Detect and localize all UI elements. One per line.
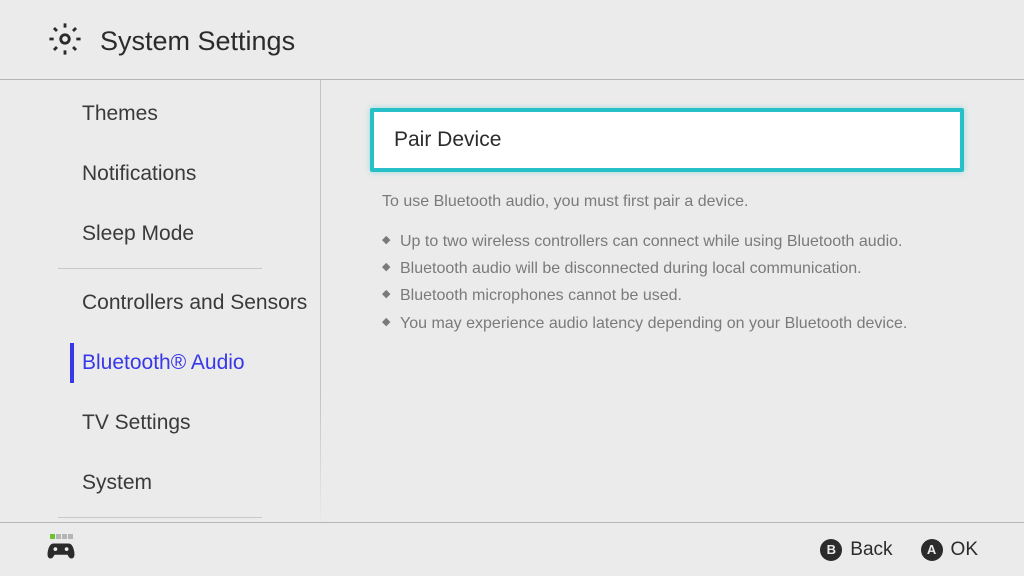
sidebar-item-themes[interactable]: Themes [0, 84, 320, 144]
sidebar-item-controllers-sensors[interactable]: Controllers and Sensors [0, 273, 320, 333]
ok-label: OK [951, 539, 978, 561]
info-bullet-list: Up to two wireless controllers can conne… [382, 228, 964, 337]
back-button[interactable]: B Back [820, 539, 892, 561]
sidebar-item-label: Themes [82, 102, 158, 125]
b-button-icon: B [820, 539, 842, 561]
gear-icon [48, 22, 100, 61]
footer-buttons: B Back A OK [820, 539, 978, 561]
sidebar-item-label: Sleep Mode [82, 222, 194, 245]
info-bullet: You may experience audio latency dependi… [382, 310, 964, 337]
main-separator [320, 80, 321, 527]
back-label: Back [850, 539, 892, 561]
description-text: To use Bluetooth audio, you must first p… [382, 190, 964, 214]
sidebar: Themes Notifications Sleep Mode Controll… [0, 80, 320, 527]
controller-icon [46, 541, 76, 566]
sidebar-item-bluetooth-audio[interactable]: Bluetooth® Audio [0, 333, 320, 393]
sidebar-item-label: System [82, 471, 152, 494]
info-bullet: Bluetooth microphones cannot be used. [382, 282, 964, 309]
footer: B Back A OK [0, 522, 1024, 576]
header: System Settings [0, 0, 1024, 80]
sidebar-item-sleep-mode[interactable]: Sleep Mode [0, 204, 320, 264]
sidebar-item-label: Bluetooth® Audio [82, 351, 245, 374]
content-area: Themes Notifications Sleep Mode Controll… [0, 80, 1024, 527]
info-bullet: Bluetooth audio will be disconnected dur… [382, 255, 964, 282]
sidebar-item-system[interactable]: System [0, 453, 320, 513]
info-bullet: Up to two wireless controllers can conne… [382, 228, 964, 255]
sidebar-item-tv-settings[interactable]: TV Settings [0, 393, 320, 453]
page-title: System Settings [100, 26, 295, 57]
pair-device-button[interactable]: Pair Device [370, 108, 964, 172]
controller-status [46, 534, 76, 566]
sidebar-item-label: Notifications [82, 162, 196, 185]
sidebar-divider [58, 268, 262, 269]
sidebar-divider [58, 517, 262, 518]
a-button-icon: A [921, 539, 943, 561]
ok-button[interactable]: A OK [921, 539, 978, 561]
pair-device-label: Pair Device [394, 128, 501, 151]
battery-indicator [50, 534, 73, 539]
sidebar-item-label: Controllers and Sensors [82, 291, 307, 314]
sidebar-item-label: TV Settings [82, 411, 191, 434]
sidebar-item-notifications[interactable]: Notifications [0, 144, 320, 204]
main-panel: Pair Device To use Bluetooth audio, you … [320, 80, 1024, 527]
